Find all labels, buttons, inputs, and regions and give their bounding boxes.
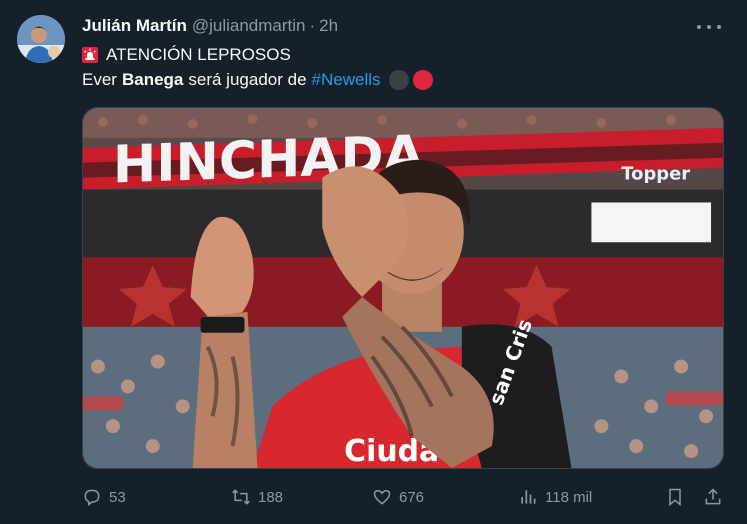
tweet-text-start: Ever [82,70,117,89]
retweet-count: 188 [258,488,284,506]
views-icon [521,490,536,504]
bookmark-icon [669,488,681,507]
tweet-line-2: Ever Banega será jugador de #Newells [82,67,433,92]
reply-button[interactable]: 53 [82,484,126,510]
tweet-header: Julián Martín @juliandmartin · 2h [82,15,338,37]
sponsor-text: Topper [621,164,690,185]
author-handle[interactable]: @juliandmartin [192,16,306,36]
views-button[interactable]: 118 mil [518,484,592,510]
more-icon[interactable] [697,17,721,37]
tweet-text-mid: será jugador de [188,70,307,89]
retweet-button[interactable]: 188 [231,484,283,510]
share-icon [705,488,721,505]
like-count: 676 [399,488,425,506]
hashtag-link[interactable]: #Newells [312,67,381,92]
separator-dot: · [309,16,316,35]
like-icon [373,489,391,505]
tweet-text: ATENCIÓN LEPROSOS Ever Banega será jugad… [82,42,433,92]
share-button[interactable] [703,484,723,510]
avatar[interactable] [17,15,65,63]
bookmark-button[interactable] [665,484,685,510]
tweet-text-bold: Banega [121,70,184,89]
tweet[interactable]: Julián Martín @juliandmartin · 2h ATENCI… [0,0,747,524]
siren-icon [82,46,98,63]
views-count: 118 mil [545,488,593,506]
tweet-headline: ATENCIÓN LEPROSOS [106,45,291,64]
reply-count: 53 [109,488,126,506]
black-circle-emoji [388,69,409,90]
tweet-line-1: ATENCIÓN LEPROSOS [82,42,433,67]
like-button[interactable]: 676 [372,484,424,510]
red-circle-emoji [412,69,433,90]
tweet-actions: 53 188 676 118 mil [82,484,724,510]
retweet-icon [232,489,250,505]
tweet-photo[interactable]: HINCHADA Topper san Cris Ciudad [82,107,724,469]
author-name[interactable]: Julián Martín [82,16,187,36]
tweet-time[interactable]: 2h [319,16,338,36]
reply-icon [84,489,100,506]
